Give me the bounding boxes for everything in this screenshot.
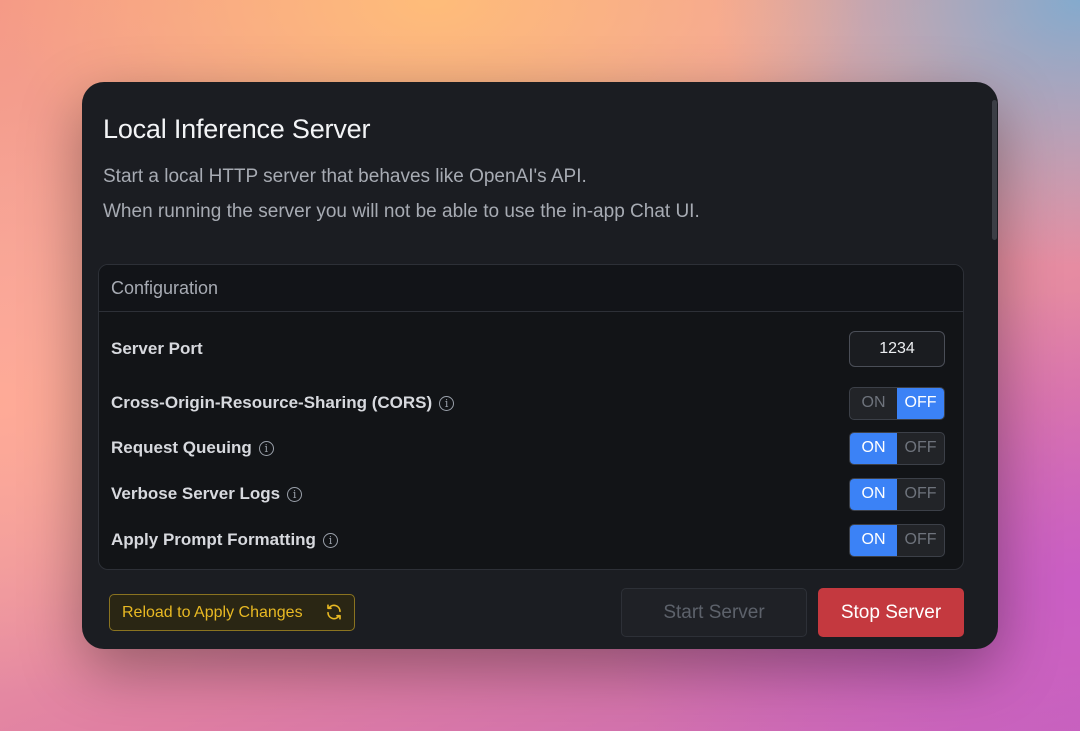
verbose-logs-row: Verbose Server Logs i ON OFF: [111, 476, 945, 512]
info-icon[interactable]: i: [258, 440, 274, 456]
prompt-formatting-label: Apply Prompt Formatting i: [111, 530, 338, 550]
reload-button-label: Reload to Apply Changes: [122, 603, 303, 621]
server-port-input[interactable]: [849, 331, 945, 367]
request-queuing-row: Request Queuing i ON OFF: [111, 430, 945, 466]
description-line-2: When running the server you will not be …: [103, 201, 700, 222]
verbose-logs-off-option[interactable]: OFF: [897, 479, 944, 510]
cors-row: Cross-Origin-Resource-Sharing (CORS) i O…: [111, 385, 945, 421]
prompt-formatting-on-option[interactable]: ON: [850, 524, 897, 556]
request-queuing-off-option[interactable]: OFF: [897, 433, 944, 464]
request-queuing-on-option[interactable]: ON: [850, 432, 897, 464]
description-line-1: Start a local HTTP server that behaves l…: [103, 166, 587, 187]
cors-toggle[interactable]: ON OFF: [849, 386, 945, 420]
verbose-logs-on-option[interactable]: ON: [850, 478, 897, 510]
info-icon[interactable]: i: [287, 486, 303, 502]
prompt-formatting-row: Apply Prompt Formatting i ON OFF: [111, 522, 945, 558]
configuration-header: Configuration: [99, 265, 963, 312]
cors-off-option[interactable]: OFF: [897, 387, 944, 419]
start-server-button[interactable]: Start Server: [621, 588, 807, 637]
request-queuing-label: Request Queuing i: [111, 438, 274, 458]
server-port-label: Server Port: [111, 339, 203, 358]
verbose-logs-label: Verbose Server Logs i: [111, 484, 303, 504]
info-icon[interactable]: i: [322, 532, 338, 548]
page-title: Local Inference Server: [103, 114, 371, 144]
verbose-logs-toggle[interactable]: ON OFF: [849, 477, 945, 511]
server-port-row: Server Port: [111, 331, 945, 367]
refresh-icon: [327, 604, 341, 620]
cors-label: Cross-Origin-Resource-Sharing (CORS) i: [111, 393, 455, 413]
stop-server-button[interactable]: Stop Server: [818, 588, 964, 637]
prompt-formatting-off-option[interactable]: OFF: [897, 525, 944, 556]
info-icon[interactable]: i: [439, 395, 455, 411]
scrollbar-thumb[interactable]: [992, 100, 997, 240]
reload-button[interactable]: Reload to Apply Changes: [109, 594, 355, 631]
prompt-formatting-toggle[interactable]: ON OFF: [849, 523, 945, 557]
cors-on-option[interactable]: ON: [850, 388, 897, 419]
server-panel: Local Inference Server Start a local HTT…: [82, 82, 998, 649]
request-queuing-toggle[interactable]: ON OFF: [849, 431, 945, 465]
configuration-section: Configuration Server Port Cross-Origin-R…: [98, 264, 964, 570]
